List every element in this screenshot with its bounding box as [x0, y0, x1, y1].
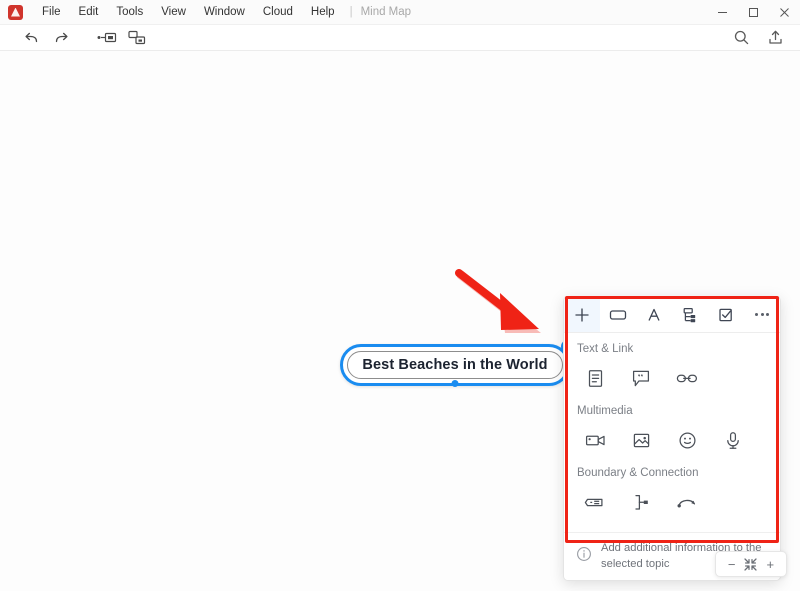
zoom-out-button[interactable]: −	[722, 553, 741, 575]
resize-handle-bottom[interactable]	[451, 379, 459, 387]
menu-bar: File Edit Tools View Window Cloud Help |…	[33, 4, 411, 20]
minimize-button[interactable]	[707, 0, 738, 25]
fit-to-screen-icon[interactable]	[741, 553, 760, 575]
insert-topic-icon[interactable]	[92, 26, 122, 50]
undo-icon[interactable]	[16, 26, 46, 50]
red-pointer-arrow	[455, 269, 565, 354]
app-logo-icon	[8, 4, 23, 20]
menu-window[interactable]: Window	[195, 4, 254, 20]
insert-comment-button[interactable]	[618, 361, 664, 395]
toolbar-history-group	[16, 26, 76, 50]
insert-audio-button[interactable]	[710, 423, 756, 457]
section-text-and-link	[564, 357, 780, 405]
section-text-and-link-label: Text & Link	[577, 343, 634, 355]
document-name: Mind Map	[360, 6, 412, 18]
tab-structure[interactable]	[672, 297, 708, 332]
menu-help[interactable]: Help	[302, 4, 344, 20]
tab-insert[interactable]	[564, 297, 600, 332]
tab-font[interactable]	[636, 297, 672, 332]
insert-hyperlink-button[interactable]	[664, 361, 710, 395]
main-toolbar	[0, 25, 800, 51]
insert-image-button[interactable]	[618, 423, 664, 457]
zoom-in-button[interactable]: +	[761, 553, 780, 575]
search-icon[interactable]	[724, 26, 758, 50]
redo-icon[interactable]	[46, 26, 76, 50]
tab-task[interactable]	[708, 297, 744, 332]
insert-sticker-button[interactable]	[664, 423, 710, 457]
menu-tools[interactable]: Tools	[107, 4, 152, 20]
maximize-button[interactable]	[738, 0, 769, 25]
tab-more[interactable]	[744, 297, 780, 332]
menu-edit[interactable]: Edit	[70, 4, 108, 20]
topic-node-body: Best Beaches in the World	[347, 351, 563, 379]
insert-boundary-button[interactable]	[572, 485, 618, 519]
zoom-controls: − +	[715, 551, 787, 577]
insert-panel-tabs	[564, 297, 780, 333]
section-boundary-and-connection	[564, 481, 780, 529]
menu-view[interactable]: View	[152, 4, 195, 20]
menu-divider: |	[349, 6, 353, 18]
mindmap-canvas[interactable]: Best Beaches in the World Text & Link Mu…	[0, 51, 800, 591]
insert-panel-body: Text & Link Multimedia Boundary & Connec…	[564, 333, 780, 529]
info-icon	[576, 546, 592, 567]
app-window: File Edit Tools View Window Cloud Help |…	[0, 0, 800, 591]
menu-file[interactable]: File	[33, 4, 70, 20]
close-button[interactable]	[769, 0, 800, 25]
menu-cloud[interactable]: Cloud	[254, 4, 302, 20]
insert-summary-button[interactable]	[618, 485, 664, 519]
more-options-icon	[755, 313, 769, 316]
section-multimedia	[564, 419, 780, 467]
section-multimedia-label: Multimedia	[577, 405, 633, 417]
tab-shape[interactable]	[600, 297, 636, 332]
title-bar: File Edit Tools View Window Cloud Help |…	[0, 0, 800, 25]
topic-node-label: Best Beaches in the World	[362, 357, 548, 373]
insert-video-button[interactable]	[572, 423, 618, 457]
toolbar-right-group	[724, 26, 800, 50]
toolbar-insert-group	[92, 26, 152, 50]
section-boundary-and-connection-label: Boundary & Connection	[577, 467, 699, 479]
insert-notes-button[interactable]	[572, 361, 618, 395]
share-icon[interactable]	[758, 26, 792, 50]
insert-subtopic-icon[interactable]	[122, 26, 152, 50]
insert-panel: Text & Link Multimedia Boundary & Connec…	[563, 296, 781, 581]
insert-relationship-button[interactable]	[664, 485, 710, 519]
window-controls	[707, 0, 800, 25]
